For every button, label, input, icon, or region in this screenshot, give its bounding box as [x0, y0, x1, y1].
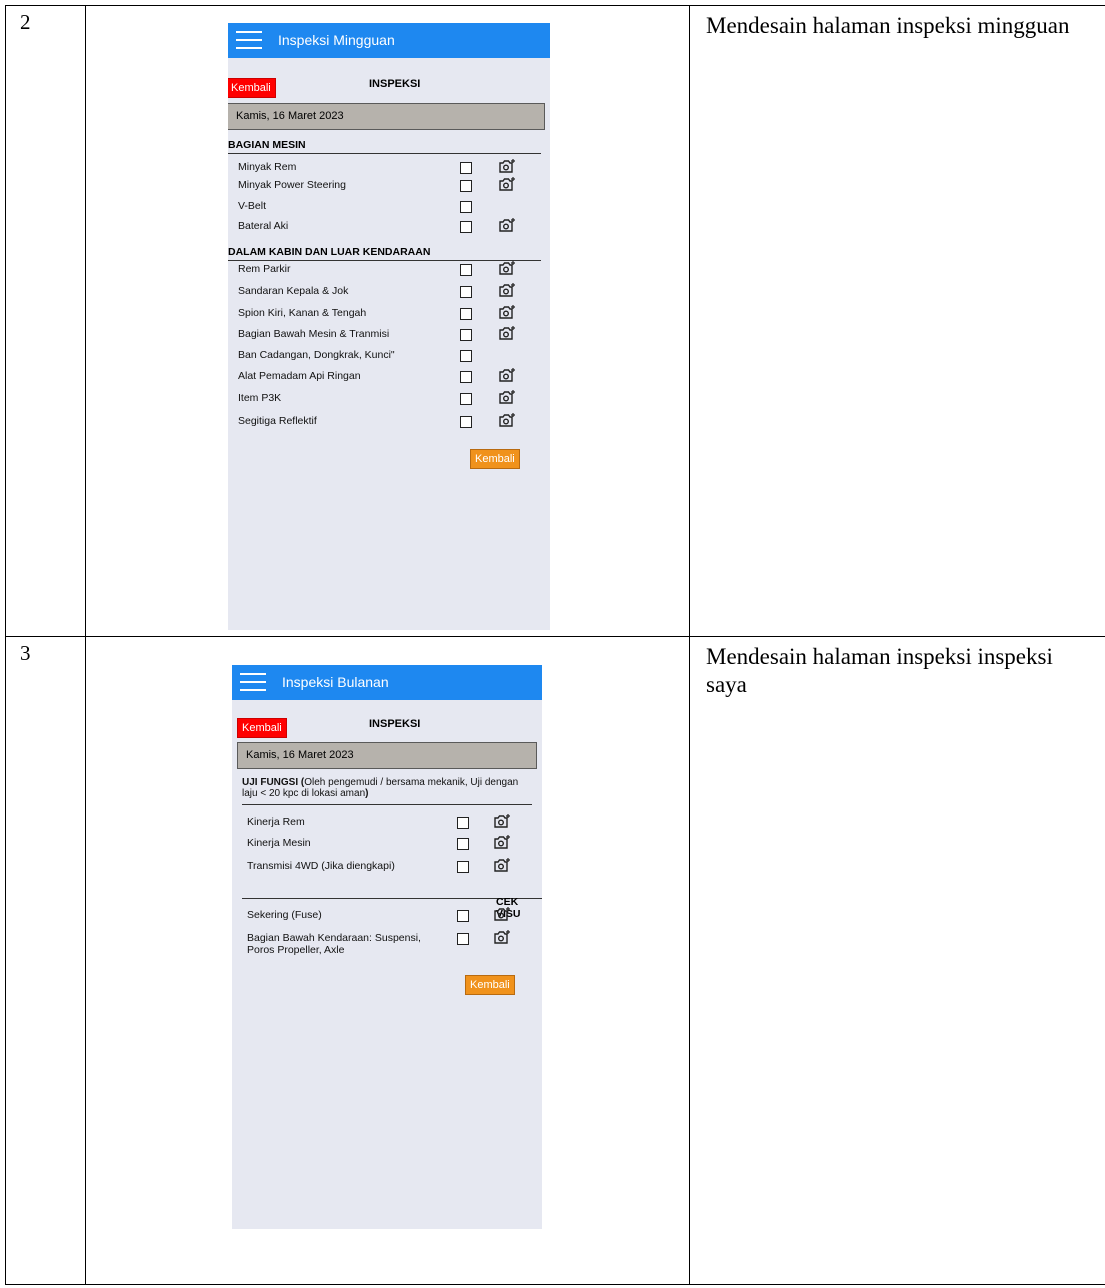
back-button-bottom[interactable]: Kembali	[465, 975, 515, 995]
checklist-item-label: Minyak Rem	[238, 161, 297, 173]
row-description: Mendesain halaman inspeksi inspeksi saya	[689, 636, 1105, 1285]
row-number: 3	[5, 636, 86, 1285]
page-header: INSPEKSI	[369, 718, 421, 730]
camera-add-icon[interactable]	[494, 835, 510, 849]
checkbox[interactable]	[457, 910, 469, 922]
section-title: UJI FUNGSI (	[242, 777, 305, 788]
camera-add-icon[interactable]	[499, 177, 515, 191]
checklist-item-label: Bateral Aki	[238, 220, 289, 232]
camera-add-icon[interactable]	[494, 814, 510, 828]
section-divider	[242, 804, 532, 805]
checklist-item-label: Bagian Bawah Mesin & Tranmisi	[238, 328, 390, 340]
camera-add-icon[interactable]	[499, 218, 515, 232]
checkbox[interactable]	[460, 180, 472, 192]
camera-add-icon[interactable]	[499, 159, 515, 173]
camera-add-icon[interactable]	[494, 930, 510, 944]
camera-add-icon[interactable]	[499, 390, 515, 404]
checklist-item-label: Kinerja Rem	[247, 816, 305, 828]
checkbox[interactable]	[457, 933, 469, 945]
camera-add-icon[interactable]	[499, 283, 515, 297]
back-button-bottom[interactable]: Kembali	[470, 449, 520, 469]
checkbox[interactable]	[460, 416, 472, 428]
checklist-item-label: Spion Kiri, Kanan & Tengah	[238, 307, 367, 319]
section-close: )	[365, 788, 369, 799]
menu-icon[interactable]	[236, 31, 262, 49]
screenshot-cell: Inspeksi Bulanan Kembali INSPEKSI Kamis,…	[85, 636, 690, 1285]
document-table: 2 Inspeksi Mingguan Kembali INSPEKSI Kam…	[5, 5, 1105, 1285]
checkbox[interactable]	[460, 393, 472, 405]
checklist-item-label: Sandaran Kepala & Jok	[238, 285, 349, 297]
app-title: Inspeksi Mingguan	[278, 32, 395, 48]
camera-add-icon[interactable]	[494, 907, 510, 921]
app-bar: Inspeksi Mingguan	[228, 23, 550, 58]
checklist-item-label: V-Belt	[238, 200, 267, 212]
checkbox[interactable]	[460, 201, 472, 213]
date-field[interactable]: Kamis, 16 Maret 2023	[228, 103, 545, 130]
phone-screen-monthly: Inspeksi Bulanan Kembali INSPEKSI Kamis,…	[232, 665, 542, 1229]
checklist-item-label: Segitiga Reflektif	[238, 415, 317, 427]
row-number: 2	[5, 5, 86, 637]
checklist-item-label: Sekering (Fuse)	[247, 909, 322, 921]
camera-add-icon[interactable]	[499, 261, 515, 275]
app-bar: Inspeksi Bulanan	[232, 665, 542, 700]
checkbox[interactable]	[457, 817, 469, 829]
checklist-item-label: Transmisi 4WD (Jika diengkapi)	[247, 860, 395, 872]
camera-add-icon[interactable]	[499, 368, 515, 382]
section-title: BAGIAN MESIN	[228, 139, 306, 151]
checkbox[interactable]	[460, 350, 472, 362]
checkbox[interactable]	[460, 162, 472, 174]
back-button-top[interactable]: Kembali	[228, 78, 276, 98]
camera-add-icon[interactable]	[499, 305, 515, 319]
section-uji-fungsi: UJI FUNGSI (Oleh pengemudi / bersama mek…	[242, 777, 532, 799]
checkbox[interactable]	[460, 329, 472, 341]
screenshot-cell: Inspeksi Mingguan Kembali INSPEKSI Kamis…	[85, 5, 690, 637]
phone-screen-weekly: Inspeksi Mingguan Kembali INSPEKSI Kamis…	[228, 23, 550, 630]
checklist-item-label: Alat Pemadam Api Ringan	[238, 370, 361, 382]
app-title: Inspeksi Bulanan	[282, 674, 389, 690]
section-divider	[228, 260, 541, 261]
checklist-item-label: Item P3K	[238, 392, 282, 404]
checklist-item-label: Rem Parkir	[238, 263, 291, 275]
menu-icon[interactable]	[240, 673, 266, 691]
checklist-item-label: Ban Cadangan, Dongkrak, Kunci"	[238, 349, 395, 361]
section-title: DALAM KABIN DAN LUAR KENDARAAN	[228, 246, 431, 258]
camera-add-icon[interactable]	[499, 326, 515, 340]
checklist-item-label: Bagian Bawah Kendaraan: Suspensi, Poros …	[247, 932, 421, 956]
checklist-item-label: Kinerja Mesin	[247, 837, 311, 849]
checkbox[interactable]	[457, 861, 469, 873]
checkbox[interactable]	[460, 264, 472, 276]
camera-add-icon[interactable]	[494, 858, 510, 872]
checkbox[interactable]	[460, 308, 472, 320]
camera-add-icon[interactable]	[499, 413, 515, 427]
section-divider	[228, 153, 541, 154]
checkbox[interactable]	[460, 371, 472, 383]
checklist-item-label: Minyak Power Steering	[238, 179, 346, 191]
back-button-top[interactable]: Kembali	[237, 718, 287, 738]
page-header: INSPEKSI	[369, 78, 421, 90]
checkbox[interactable]	[457, 838, 469, 850]
row-description: Mendesain halaman inspeksi mingguan	[689, 5, 1105, 637]
checkbox[interactable]	[460, 286, 472, 298]
checkbox[interactable]	[460, 221, 472, 233]
date-field[interactable]: Kamis, 16 Maret 2023	[237, 742, 537, 769]
